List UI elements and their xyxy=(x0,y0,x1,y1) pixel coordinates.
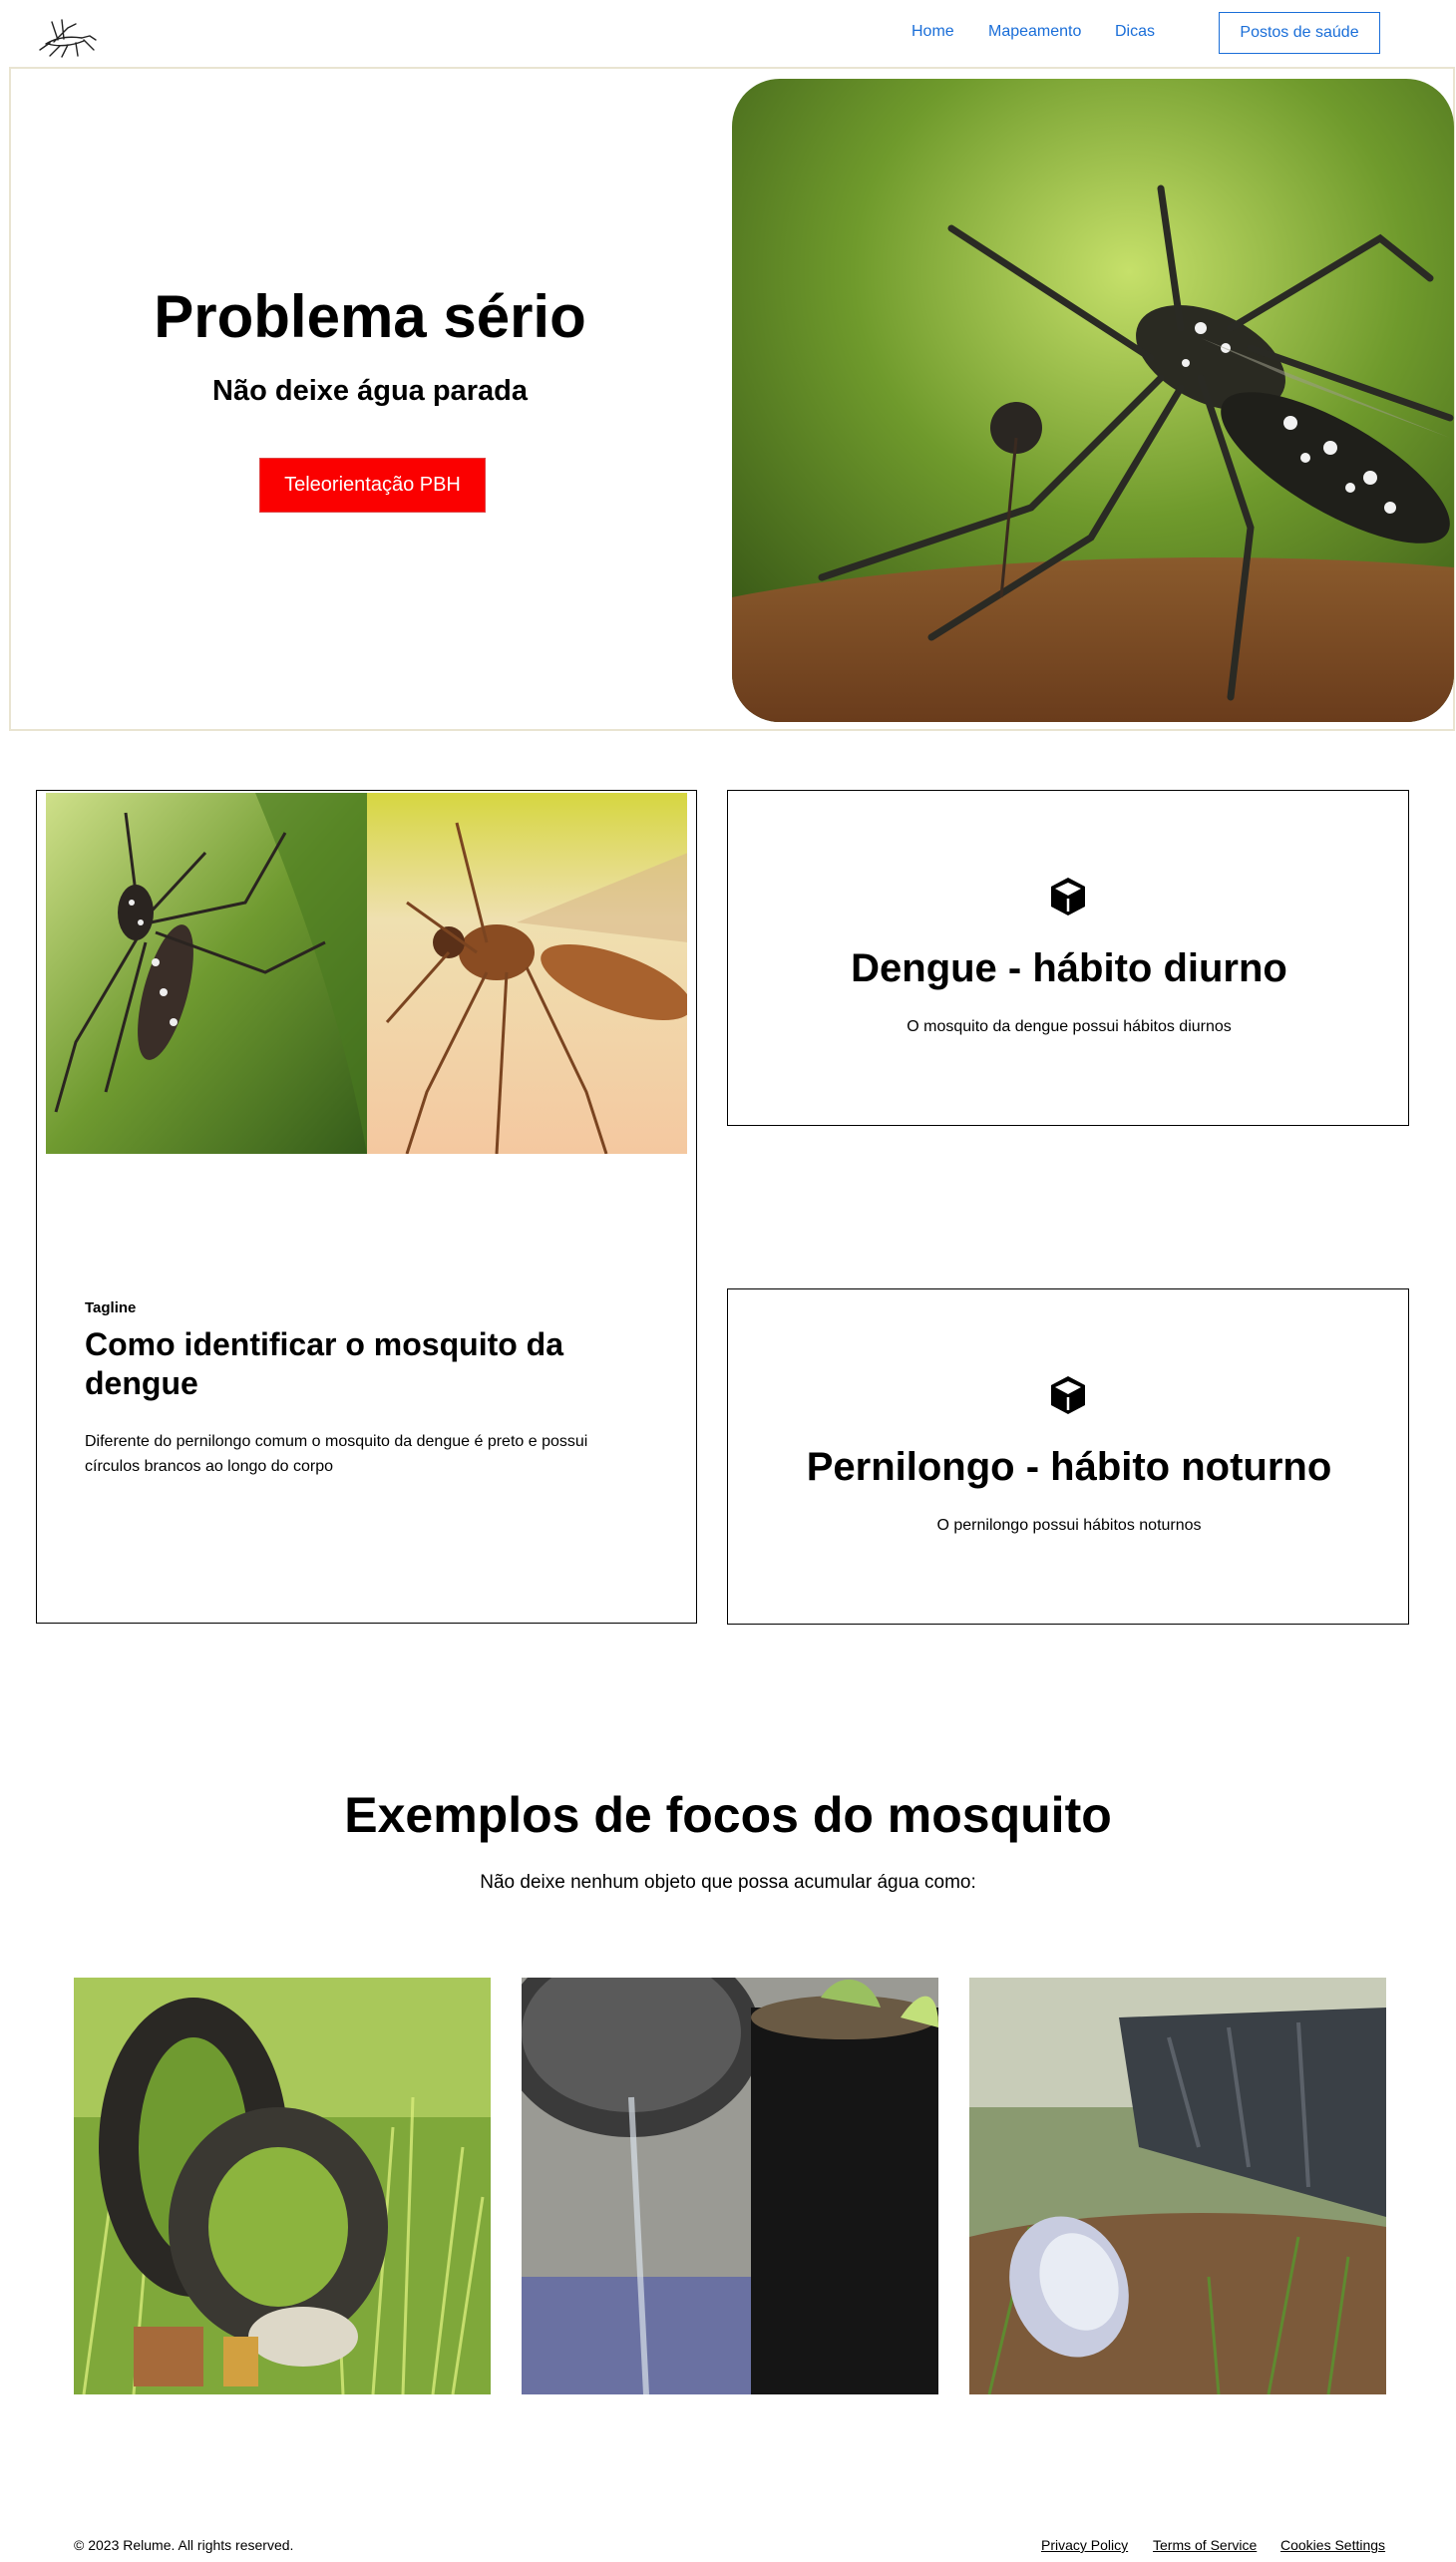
feature-text: O mosquito da dengue possui hábitos diur… xyxy=(907,1018,1232,1035)
plastic-bowl-photo xyxy=(969,1978,1386,2394)
nav-link-home[interactable]: Home xyxy=(911,22,954,42)
feature-title: Pernilongo - hábito noturno xyxy=(806,1445,1332,1489)
mosquito-photo xyxy=(732,79,1454,722)
mosquito-comparison-images xyxy=(46,793,687,1154)
site-header: Home Mapeamento Dicas Postos de saúde xyxy=(0,0,1456,64)
postos-de-saude-button[interactable]: Postos de saúde xyxy=(1219,12,1380,54)
cube-icon xyxy=(1051,1376,1085,1414)
tires-photo xyxy=(74,1978,491,2394)
hero-section: Problema sério Não deixe água parada Tel… xyxy=(9,67,1455,731)
mosquito-hero-image xyxy=(732,79,1454,722)
tagline: Tagline xyxy=(85,1299,137,1316)
examples-subtitle: Não deixe nenhum objeto que possa acumul… xyxy=(480,1872,976,1893)
identify-description: Diferente do pernilongo comum o mosquito… xyxy=(85,1433,588,1475)
hero-title: Problema sério xyxy=(154,283,586,350)
feature-text: O pernilongo possui hábitos noturnos xyxy=(936,1517,1202,1534)
privacy-policy-link[interactable]: Privacy Policy xyxy=(1041,2536,1128,2554)
feature-card-dengue: Dengue - hábito diurno O mosquito da den… xyxy=(727,790,1409,1126)
example-image-plant-pot xyxy=(522,1978,938,2394)
feature-title: Dengue - hábito diurno xyxy=(851,946,1287,990)
terms-of-service-link[interactable]: Terms of Service xyxy=(1153,2536,1257,2554)
plant-pot-photo xyxy=(522,1978,938,2394)
pernilongo-image xyxy=(366,793,687,1154)
hero-subtitle: Não deixe água parada xyxy=(212,375,528,407)
cookies-settings-link[interactable]: Cookies Settings xyxy=(1280,2536,1385,2554)
cube-icon xyxy=(1051,878,1085,915)
nav-link-mapeamento[interactable]: Mapeamento xyxy=(988,22,1081,42)
identify-title: Como identificar o mosquito da dengue xyxy=(85,1326,564,1401)
nav-link-dicas[interactable]: Dicas xyxy=(1115,22,1155,42)
identify-mosquito-card: Tagline Como identificar o mosquito da d… xyxy=(36,790,697,1624)
footer-copyright: © 2023 Relume. All rights reserved. xyxy=(74,2537,294,2553)
hero-text-block: Problema sério Não deixe água parada Tel… xyxy=(11,69,729,729)
example-image-plastic-bowl xyxy=(969,1978,1386,2394)
example-image-tires xyxy=(74,1978,491,2394)
examples-title: Exemplos de focos do mosquito xyxy=(344,1787,1112,1843)
feature-card-pernilongo: Pernilongo - hábito noturno O pernilongo… xyxy=(727,1288,1409,1625)
aedes-aegypti-photo xyxy=(46,793,367,1154)
aedes-aegypti-image xyxy=(46,793,367,1154)
teleorientacao-button[interactable]: Teleorientação PBH xyxy=(259,458,486,513)
pernilongo-photo xyxy=(366,793,687,1154)
